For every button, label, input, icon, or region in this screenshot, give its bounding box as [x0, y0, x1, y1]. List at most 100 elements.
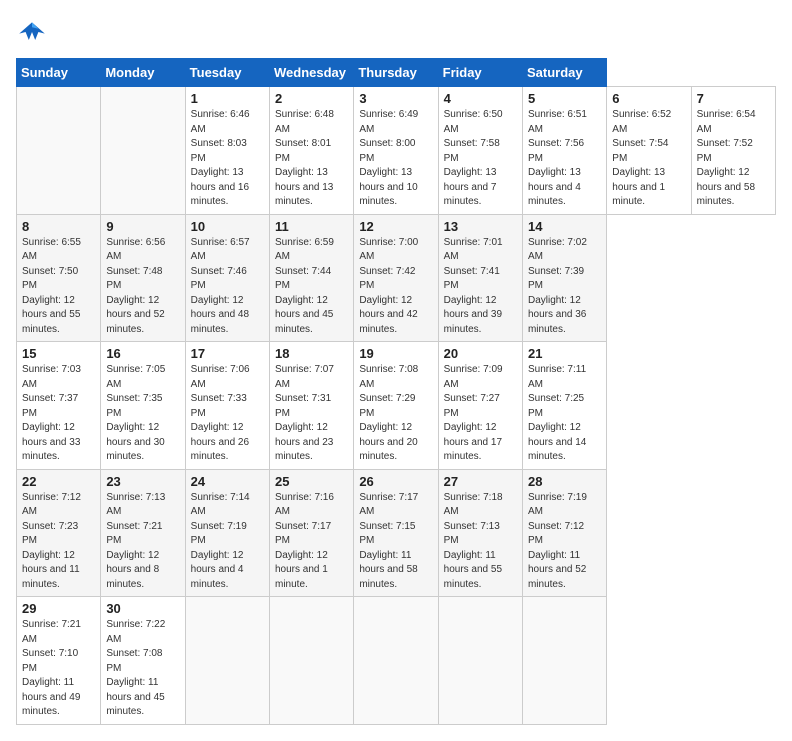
- day-number: 25: [275, 474, 348, 489]
- day-info: Sunrise: 7:13 AM Sunset: 7:21 PM Dayligh…: [106, 491, 179, 593]
- calendar-cell: 29 Sunrise: 7:21 AM Sunset: 7:10 PM Dayl…: [17, 597, 101, 725]
- calendar-cell: [185, 597, 269, 725]
- day-info: Sunrise: 7:14 AM Sunset: 7:19 PM Dayligh…: [191, 491, 264, 593]
- day-info: Sunrise: 7:17 AM Sunset: 7:15 PM Dayligh…: [359, 491, 432, 593]
- day-number: 24: [191, 474, 264, 489]
- day-info: Sunrise: 7:12 AM Sunset: 7:23 PM Dayligh…: [22, 491, 95, 593]
- day-info: Sunrise: 6:46 AM Sunset: 8:03 PM Dayligh…: [191, 108, 264, 210]
- calendar-cell: 1 Sunrise: 6:46 AM Sunset: 8:03 PM Dayli…: [185, 87, 269, 215]
- day-number: 5: [528, 91, 601, 106]
- calendar-cell: 28 Sunrise: 7:19 AM Sunset: 7:12 PM Dayl…: [522, 469, 606, 597]
- day-number: 3: [359, 91, 432, 106]
- calendar-cell: 21 Sunrise: 7:11 AM Sunset: 7:25 PM Dayl…: [522, 342, 606, 470]
- calendar-cell: [101, 87, 185, 215]
- day-number: 18: [275, 346, 348, 361]
- day-number: 15: [22, 346, 95, 361]
- day-info: Sunrise: 6:52 AM Sunset: 7:54 PM Dayligh…: [612, 108, 685, 210]
- weekday-header: Wednesday: [269, 59, 353, 87]
- calendar-cell: 15 Sunrise: 7:03 AM Sunset: 7:37 PM Dayl…: [17, 342, 101, 470]
- day-info: Sunrise: 7:16 AM Sunset: 7:17 PM Dayligh…: [275, 491, 348, 593]
- day-info: Sunrise: 7:18 AM Sunset: 7:13 PM Dayligh…: [444, 491, 517, 593]
- logo-icon: [16, 16, 48, 48]
- calendar-cell: 24 Sunrise: 7:14 AM Sunset: 7:19 PM Dayl…: [185, 469, 269, 597]
- calendar-cell: 14 Sunrise: 7:02 AM Sunset: 7:39 PM Dayl…: [522, 214, 606, 342]
- day-number: 21: [528, 346, 601, 361]
- day-number: 7: [697, 91, 770, 106]
- calendar-cell: 20 Sunrise: 7:09 AM Sunset: 7:27 PM Dayl…: [438, 342, 522, 470]
- day-number: 2: [275, 91, 348, 106]
- calendar-header: SundayMondayTuesdayWednesdayThursdayFrid…: [17, 59, 776, 87]
- day-number: 1: [191, 91, 264, 106]
- calendar-cell: 2 Sunrise: 6:48 AM Sunset: 8:01 PM Dayli…: [269, 87, 353, 215]
- calendar-cell: 10 Sunrise: 6:57 AM Sunset: 7:46 PM Dayl…: [185, 214, 269, 342]
- calendar-cell: 22 Sunrise: 7:12 AM Sunset: 7:23 PM Dayl…: [17, 469, 101, 597]
- calendar-cell: 4 Sunrise: 6:50 AM Sunset: 7:58 PM Dayli…: [438, 87, 522, 215]
- day-number: 6: [612, 91, 685, 106]
- calendar-cell: 9 Sunrise: 6:56 AM Sunset: 7:48 PM Dayli…: [101, 214, 185, 342]
- day-info: Sunrise: 6:57 AM Sunset: 7:46 PM Dayligh…: [191, 236, 264, 338]
- day-info: Sunrise: 7:02 AM Sunset: 7:39 PM Dayligh…: [528, 236, 601, 338]
- day-info: Sunrise: 6:48 AM Sunset: 8:01 PM Dayligh…: [275, 108, 348, 210]
- day-number: 14: [528, 219, 601, 234]
- calendar-cell: 13 Sunrise: 7:01 AM Sunset: 7:41 PM Dayl…: [438, 214, 522, 342]
- calendar-cell: 18 Sunrise: 7:07 AM Sunset: 7:31 PM Dayl…: [269, 342, 353, 470]
- day-info: Sunrise: 7:06 AM Sunset: 7:33 PM Dayligh…: [191, 363, 264, 465]
- day-number: 23: [106, 474, 179, 489]
- day-info: Sunrise: 7:05 AM Sunset: 7:35 PM Dayligh…: [106, 363, 179, 465]
- day-info: Sunrise: 7:07 AM Sunset: 7:31 PM Dayligh…: [275, 363, 348, 465]
- day-info: Sunrise: 6:50 AM Sunset: 7:58 PM Dayligh…: [444, 108, 517, 210]
- day-info: Sunrise: 7:19 AM Sunset: 7:12 PM Dayligh…: [528, 491, 601, 593]
- calendar-cell: 19 Sunrise: 7:08 AM Sunset: 7:29 PM Dayl…: [354, 342, 438, 470]
- day-info: Sunrise: 7:08 AM Sunset: 7:29 PM Dayligh…: [359, 363, 432, 465]
- calendar-cell: 27 Sunrise: 7:18 AM Sunset: 7:13 PM Dayl…: [438, 469, 522, 597]
- weekday-header: Sunday: [17, 59, 101, 87]
- day-number: 8: [22, 219, 95, 234]
- day-info: Sunrise: 7:01 AM Sunset: 7:41 PM Dayligh…: [444, 236, 517, 338]
- day-number: 26: [359, 474, 432, 489]
- day-number: 4: [444, 91, 517, 106]
- calendar-cell: 16 Sunrise: 7:05 AM Sunset: 7:35 PM Dayl…: [101, 342, 185, 470]
- day-info: Sunrise: 6:54 AM Sunset: 7:52 PM Dayligh…: [697, 108, 770, 210]
- day-number: 19: [359, 346, 432, 361]
- calendar-cell: 30 Sunrise: 7:22 AM Sunset: 7:08 PM Dayl…: [101, 597, 185, 725]
- day-info: Sunrise: 7:22 AM Sunset: 7:08 PM Dayligh…: [106, 618, 179, 720]
- day-number: 30: [106, 601, 179, 616]
- calendar-cell: 8 Sunrise: 6:55 AM Sunset: 7:50 PM Dayli…: [17, 214, 101, 342]
- day-number: 12: [359, 219, 432, 234]
- weekday-header: Monday: [101, 59, 185, 87]
- calendar-table: SundayMondayTuesdayWednesdayThursdayFrid…: [16, 58, 776, 725]
- day-number: 27: [444, 474, 517, 489]
- day-number: 28: [528, 474, 601, 489]
- day-info: Sunrise: 6:56 AM Sunset: 7:48 PM Dayligh…: [106, 236, 179, 338]
- calendar-cell: 7 Sunrise: 6:54 AM Sunset: 7:52 PM Dayli…: [691, 87, 775, 215]
- calendar-cell: 23 Sunrise: 7:13 AM Sunset: 7:21 PM Dayl…: [101, 469, 185, 597]
- page-header: [16, 16, 776, 48]
- calendar-cell: 6 Sunrise: 6:52 AM Sunset: 7:54 PM Dayli…: [607, 87, 691, 215]
- day-number: 17: [191, 346, 264, 361]
- day-number: 9: [106, 219, 179, 234]
- day-number: 11: [275, 219, 348, 234]
- weekday-header: Saturday: [522, 59, 606, 87]
- day-info: Sunrise: 6:49 AM Sunset: 8:00 PM Dayligh…: [359, 108, 432, 210]
- calendar-row: 1 Sunrise: 6:46 AM Sunset: 8:03 PM Dayli…: [17, 87, 776, 215]
- day-info: Sunrise: 6:51 AM Sunset: 7:56 PM Dayligh…: [528, 108, 601, 210]
- calendar-cell: 25 Sunrise: 7:16 AM Sunset: 7:17 PM Dayl…: [269, 469, 353, 597]
- calendar-cell: [354, 597, 438, 725]
- day-info: Sunrise: 6:55 AM Sunset: 7:50 PM Dayligh…: [22, 236, 95, 338]
- calendar-cell: [269, 597, 353, 725]
- calendar-row: 8 Sunrise: 6:55 AM Sunset: 7:50 PM Dayli…: [17, 214, 776, 342]
- calendar-cell: 26 Sunrise: 7:17 AM Sunset: 7:15 PM Dayl…: [354, 469, 438, 597]
- calendar-cell: 5 Sunrise: 6:51 AM Sunset: 7:56 PM Dayli…: [522, 87, 606, 215]
- calendar-cell: 3 Sunrise: 6:49 AM Sunset: 8:00 PM Dayli…: [354, 87, 438, 215]
- day-info: Sunrise: 7:03 AM Sunset: 7:37 PM Dayligh…: [22, 363, 95, 465]
- day-info: Sunrise: 7:11 AM Sunset: 7:25 PM Dayligh…: [528, 363, 601, 465]
- day-number: 22: [22, 474, 95, 489]
- weekday-header: Thursday: [354, 59, 438, 87]
- calendar-cell: 12 Sunrise: 7:00 AM Sunset: 7:42 PM Dayl…: [354, 214, 438, 342]
- weekday-header: Friday: [438, 59, 522, 87]
- calendar-cell: [17, 87, 101, 215]
- day-info: Sunrise: 7:00 AM Sunset: 7:42 PM Dayligh…: [359, 236, 432, 338]
- day-info: Sunrise: 7:21 AM Sunset: 7:10 PM Dayligh…: [22, 618, 95, 720]
- weekday-header: Tuesday: [185, 59, 269, 87]
- day-info: Sunrise: 6:59 AM Sunset: 7:44 PM Dayligh…: [275, 236, 348, 338]
